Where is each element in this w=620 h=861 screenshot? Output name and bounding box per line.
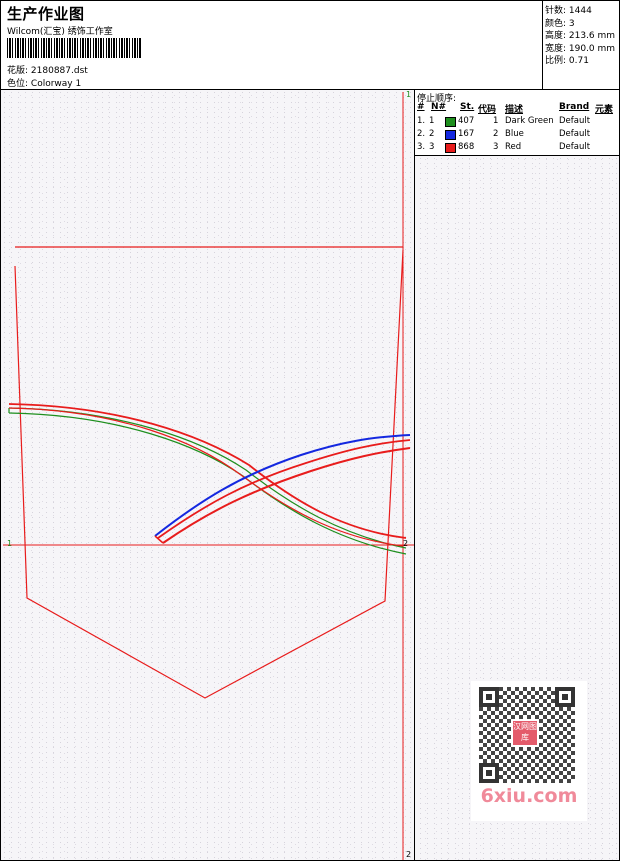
col-header-number: N# [431, 102, 447, 112]
stat-scale: 比例: 0.71 [545, 56, 589, 67]
stat-colors: 颜色: 3 [545, 18, 575, 29]
watermark-logo: 汉网图库 [511, 719, 539, 747]
row-description: Blue [505, 129, 524, 139]
col-header-index: # [417, 102, 425, 112]
col-header-stitches: St. [460, 102, 475, 112]
stat-stitches: 针数: 1444 [545, 6, 592, 16]
color-swatch [445, 117, 456, 127]
color-swatch [445, 130, 456, 140]
design-canvas: 1 1 2 2 [1, 90, 415, 860]
sheet-header: 生产作业图 Wilcom(汇宝) 绣饰工作室 花版: 2180887.dst 色… [1, 1, 619, 90]
col-header-brand: Brand [559, 102, 590, 112]
table-row: 1. 1 407 1 Dark Green Default [415, 116, 619, 128]
design-file-line: 花版: 2180887.dst [7, 63, 88, 76]
row-number: 3 [429, 142, 435, 152]
colorway-value: Colorway 1 [30, 79, 82, 89]
barcode [7, 38, 141, 58]
row-brand: Default [559, 116, 591, 126]
colorway-label: 色位: [7, 79, 29, 89]
marker-left: 1 [7, 539, 12, 548]
stat-width: 宽度: 190.0 mm [545, 43, 616, 54]
row-code: 1 [493, 116, 499, 126]
design-drawing: 1 1 2 2 [3, 90, 414, 860]
marker-top: 1 [406, 90, 411, 99]
row-stitches: 167 [458, 129, 475, 139]
watermark-qr: 汉网图库 6xiu.com [471, 681, 587, 821]
qr-finder-icon [479, 763, 499, 783]
red-curve-1 [8, 403, 407, 539]
col-header-description: 描述 [505, 105, 524, 115]
stop-sequence-table: 停止顺序: # N# St. 代码 描述 Brand 元素 1. 1 407 1… [415, 90, 619, 156]
stats-box: 针数: 1444 颜色: 3 高度: 213.6 mm 宽度: 190.0 mm… [542, 1, 619, 89]
pocket-outline [14, 249, 404, 699]
production-sheet: 生产作业图 Wilcom(汇宝) 绣饰工作室 花版: 2180887.dst 色… [0, 0, 620, 861]
row-index: 3. [417, 142, 426, 152]
design-file: 2180887.dst [30, 66, 88, 76]
row-index: 2. [417, 129, 426, 139]
colorway-line: 色位: Colorway 1 [7, 76, 81, 89]
row-brand: Default [559, 142, 591, 152]
row-stitches: 407 [458, 116, 475, 126]
color-swatch [445, 143, 456, 153]
qr-finder-icon [479, 687, 499, 707]
stat-height: 高度: 213.6 mm [545, 31, 616, 42]
row-brand: Default [559, 129, 591, 139]
row-description: Red [505, 142, 522, 152]
design-label: 花版: [7, 66, 29, 76]
row-index: 1. [417, 116, 426, 126]
table-row: 2. 2 167 2 Blue Default [415, 129, 619, 141]
row-code: 3 [493, 142, 499, 152]
col-header-code: 代码 [478, 105, 497, 115]
marker-bottom: 2 [406, 850, 411, 859]
green-curve-1 [8, 407, 407, 549]
row-number: 1 [429, 116, 435, 126]
sheet-subtitle: Wilcom(汇宝) 绣饰工作室 [7, 27, 113, 37]
qr-finder-icon [555, 687, 575, 707]
row-number: 2 [429, 129, 435, 139]
red-curve-2 [8, 407, 404, 547]
blue-curve [154, 434, 411, 537]
row-stitches: 868 [458, 142, 475, 152]
marker-right: 2 [403, 539, 408, 548]
col-header-element: 元素 [595, 105, 614, 115]
red-cross-curve-2 [162, 447, 411, 544]
row-description: Dark Green [505, 116, 554, 126]
table-row: 3. 3 868 3 Red Default [415, 142, 619, 154]
watermark-site: 6xiu.com [480, 785, 578, 807]
sheet-title: 生产作业图 [7, 5, 85, 23]
row-code: 2 [493, 129, 499, 139]
